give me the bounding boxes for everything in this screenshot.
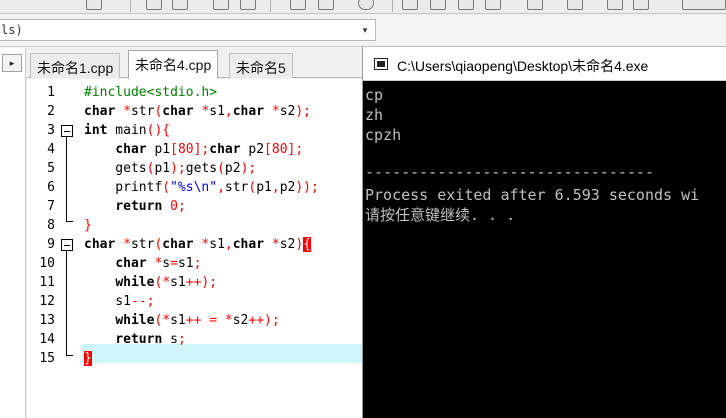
console-line: cpzh bbox=[365, 126, 402, 144]
toolbar-button[interactable] bbox=[86, 0, 102, 10]
toolbar-button[interactable] bbox=[607, 0, 623, 10]
toolbar-separator bbox=[392, 0, 393, 12]
toolbar-button[interactable] bbox=[633, 0, 649, 10]
fold-collapse-icon[interactable] bbox=[61, 239, 73, 251]
chevron-down-icon[interactable]: ▾ bbox=[357, 22, 373, 38]
code-line-14: return s; bbox=[115, 332, 186, 347]
console-output[interactable]: cp zh cpzh -----------------------------… bbox=[363, 82, 726, 418]
code-line-3: int main(){ bbox=[84, 123, 171, 138]
tab-unnamed1[interactable]: 未命名1.cpp bbox=[30, 53, 121, 78]
tab-unnamed5[interactable]: 未命名5 bbox=[229, 53, 293, 78]
toolbar-button[interactable] bbox=[682, 0, 726, 10]
code-line-2: char *str(char *s1,char *s2); bbox=[84, 104, 312, 119]
toolbar-button[interactable] bbox=[402, 0, 418, 10]
line-number: 14 bbox=[39, 332, 55, 347]
console-line: -------------------------------- bbox=[365, 163, 654, 181]
code-line-11: while(*s1++); bbox=[115, 275, 218, 290]
code-line-4: char p1[80];char p2[80]; bbox=[115, 142, 304, 157]
fold-collapse-icon[interactable] bbox=[61, 125, 73, 137]
line-number: 2 bbox=[47, 104, 55, 119]
console-app-icon bbox=[374, 58, 388, 70]
line-number: 9 bbox=[47, 237, 55, 252]
console-line: cp bbox=[365, 86, 384, 104]
line-number: 4 bbox=[47, 142, 55, 157]
compiler-select-value: ls) bbox=[1, 23, 23, 37]
line-number: 10 bbox=[39, 256, 55, 271]
code-editor[interactable]: 1 2 3 4 5 6 7 8 9 10 11 12 13 14 15 #inc… bbox=[27, 79, 363, 418]
line-number: 15 bbox=[39, 351, 55, 366]
toolbar-button[interactable] bbox=[213, 0, 229, 10]
console-line: 请按任意键继续. . . bbox=[365, 206, 516, 224]
console-window[interactable]: C:\Users\qiaopeng\Desktop\未命名4.exe cp zh… bbox=[362, 46, 726, 418]
console-title: C:\Users\qiaopeng\Desktop\未命名4.exe bbox=[397, 58, 649, 74]
toolbar-button[interactable] bbox=[527, 0, 543, 10]
fold-guide bbox=[66, 137, 67, 221]
code-line-10: char *s=s1; bbox=[115, 256, 202, 271]
console-line: Process exited after 6.593 seconds wi bbox=[365, 186, 700, 204]
toolbar-button[interactable] bbox=[318, 0, 334, 10]
line-number: 1 bbox=[47, 85, 55, 100]
line-number: 11 bbox=[39, 275, 55, 290]
toolbar-button[interactable] bbox=[172, 0, 188, 10]
console-line: zh bbox=[365, 106, 384, 124]
compiler-bar: ls) ▾ bbox=[0, 15, 726, 47]
fold-guide bbox=[66, 251, 67, 355]
code-line-8: } bbox=[84, 218, 92, 233]
scroll-right-button[interactable]: ▸ bbox=[2, 54, 22, 72]
toolbar-button[interactable] bbox=[290, 0, 306, 10]
toolbar-button[interactable] bbox=[146, 0, 162, 10]
code-line-1: #include<stdio.h> bbox=[84, 85, 218, 100]
code-line-12: s1--; bbox=[84, 294, 155, 309]
compiler-select[interactable]: ls) ▾ bbox=[0, 19, 376, 41]
code-line-5: gets(p1);gets(p2); bbox=[84, 161, 257, 176]
fold-end-marker bbox=[66, 221, 73, 222]
line-number: 8 bbox=[47, 218, 55, 233]
code-line-7: return 0; bbox=[115, 199, 186, 214]
toolbar-button[interactable] bbox=[458, 0, 474, 10]
line-number: 12 bbox=[39, 294, 55, 309]
toolbar-button[interactable] bbox=[430, 0, 446, 10]
code-line-6: printf("%s\n",str(p1,p2)); bbox=[84, 180, 319, 195]
console-title-bar[interactable]: C:\Users\qiaopeng\Desktop\未命名4.exe bbox=[363, 47, 726, 81]
fold-end-marker bbox=[66, 355, 73, 356]
code-line-15: } bbox=[84, 351, 92, 366]
project-panel: ▸ bbox=[0, 48, 26, 418]
toolbar-button[interactable] bbox=[358, 0, 374, 10]
toolbar-separator bbox=[130, 0, 131, 12]
line-number: 13 bbox=[39, 313, 55, 328]
toolbar-button[interactable] bbox=[485, 0, 501, 10]
toolbar-separator bbox=[270, 0, 271, 12]
toolbar-button[interactable] bbox=[567, 0, 583, 10]
code-line-13: while(*s1++ = *s2++); bbox=[115, 313, 280, 328]
editor-tabs: 未命名1.cpp 未命名4.cpp 未命名5 bbox=[27, 48, 367, 79]
code-line-9: char *str(char *s1,char *s2){ bbox=[84, 237, 312, 252]
line-number-gutter: 1 2 3 4 5 6 7 8 9 10 11 12 13 14 15 bbox=[27, 79, 60, 418]
line-number: 7 bbox=[47, 199, 55, 214]
tab-unnamed4[interactable]: 未命名4.cpp bbox=[128, 50, 219, 79]
line-number: 3 bbox=[47, 123, 55, 138]
line-number: 6 bbox=[47, 180, 55, 195]
main-toolbar bbox=[0, 0, 726, 14]
line-number: 5 bbox=[47, 161, 55, 176]
toolbar-button[interactable] bbox=[240, 0, 256, 10]
